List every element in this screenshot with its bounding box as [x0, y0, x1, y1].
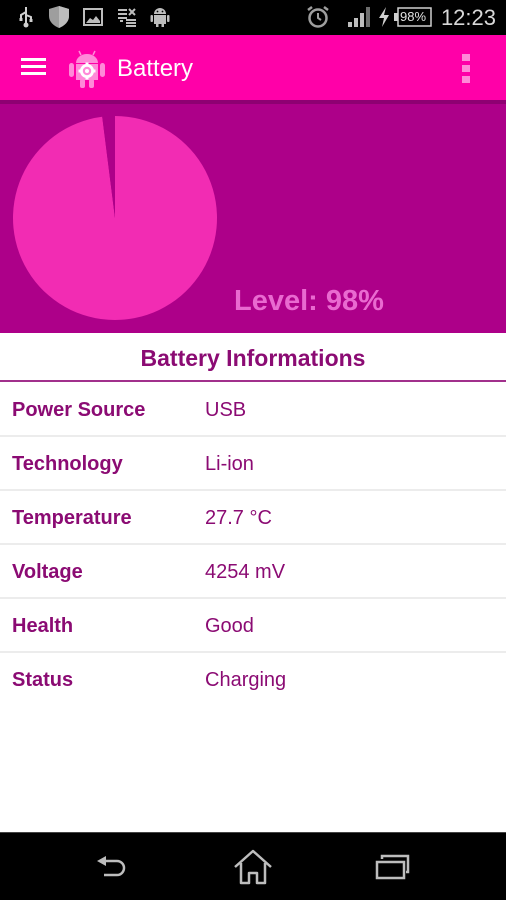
info-value: Good [205, 615, 254, 637]
hamburger-menu-icon[interactable] [18, 55, 48, 79]
charging-bolt-icon [377, 6, 391, 28]
info-row-health: Health Good [0, 599, 506, 653]
info-row-technology: Technology Li-ion [0, 437, 506, 491]
image-icon [83, 6, 103, 28]
app-title: Battery [117, 55, 194, 82]
info-label: Technology [12, 453, 123, 475]
shield-icon [48, 6, 70, 28]
usb-icon [18, 6, 34, 28]
info-label: Health [12, 615, 74, 637]
android-icon [150, 6, 170, 28]
pie-slice-charged [12, 116, 218, 320]
info-label: Power Source [12, 399, 146, 421]
android-gear-icon [66, 47, 108, 89]
info-value: Li-ion [205, 453, 254, 475]
status-bar: 98% 12:23 [0, 0, 506, 35]
signal-icon [348, 6, 370, 28]
info-row-voltage: Voltage 4254 mV [0, 545, 506, 599]
battery-level-label: Level: 98% [234, 285, 384, 317]
info-value: Charging [205, 669, 287, 691]
info-row-power-source: Power Source USB [0, 383, 506, 437]
battery-level-panel: Level: 98% [0, 104, 506, 333]
info-label: Temperature [12, 507, 132, 529]
more-vert-icon[interactable] [456, 49, 476, 89]
info-label: Status [12, 669, 74, 691]
clock: 12:23 [440, 5, 496, 30]
battery-percent: 98% [400, 9, 427, 24]
alarm-icon [306, 6, 330, 28]
navigation-bar [0, 832, 506, 900]
info-label: Voltage [12, 561, 83, 583]
battery-icon: 98% [393, 6, 433, 28]
battery-info-list: Power Source USB Technology Li-ion Tempe… [0, 383, 506, 707]
info-value: 27.7 °C [205, 507, 272, 529]
data-transfer-icon [117, 6, 137, 28]
info-row-status: Status Charging [0, 653, 506, 707]
recents-icon[interactable] [368, 847, 418, 887]
info-value: USB [205, 399, 247, 421]
info-row-temperature: Temperature 27.7 °C [0, 491, 506, 545]
section-title: Battery Informations [0, 333, 506, 382]
info-value: 4254 mV [205, 561, 286, 583]
battery-pie-chart [12, 116, 218, 320]
back-icon[interactable] [88, 847, 138, 887]
app-bar: Battery [0, 35, 506, 100]
home-icon[interactable] [228, 847, 278, 887]
